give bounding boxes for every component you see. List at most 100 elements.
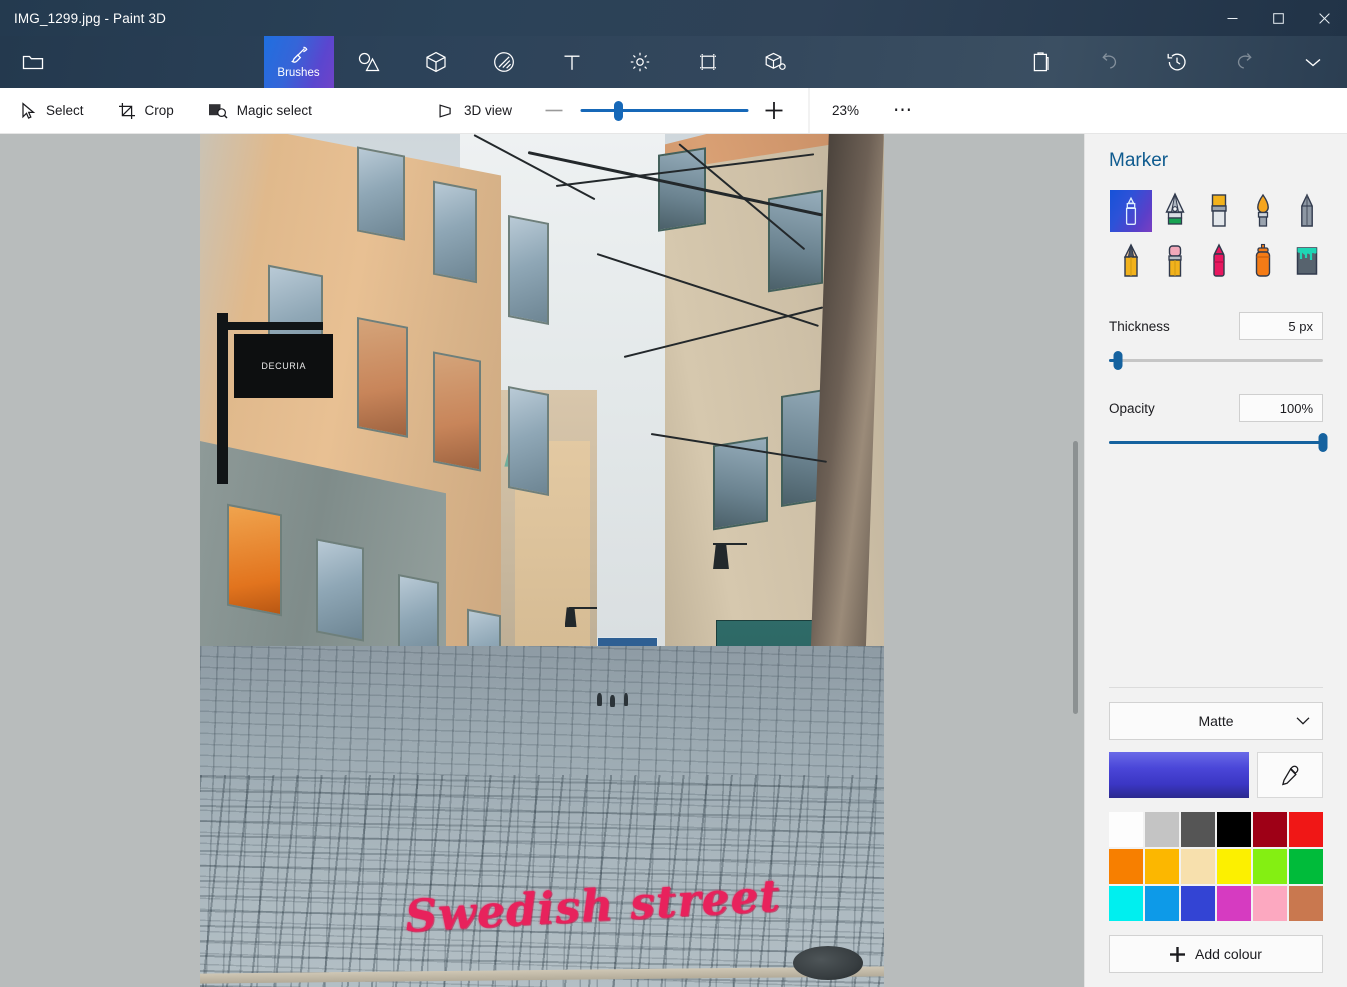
crop-button[interactable]: Crop (104, 92, 188, 130)
pedestrian (624, 692, 629, 706)
thickness-track (1109, 359, 1323, 362)
expand-ribbon-button[interactable] (1279, 36, 1347, 88)
zoom-slider-thumb[interactable] (614, 100, 624, 121)
minimize-button[interactable] (1209, 0, 1255, 36)
add-colour-label: Add colour (1195, 946, 1262, 962)
redo-icon (1234, 52, 1256, 72)
opacity-slider[interactable] (1109, 432, 1328, 452)
ribbon-tools: Brushes (66, 36, 1007, 88)
eyedropper-button[interactable] (1257, 752, 1323, 798)
zoom-out-button[interactable] (540, 97, 568, 125)
artboard[interactable]: DECURIA Swedish street (200, 134, 884, 987)
zoom-slider[interactable] (580, 100, 749, 121)
zoom-in-button[interactable] (760, 97, 788, 125)
cursor-icon (20, 101, 37, 120)
colour-swatch[interactable] (1145, 812, 1179, 847)
3d-view-label: 3D view (463, 103, 513, 118)
brush-pixel-pen[interactable] (1285, 186, 1329, 236)
colour-swatch[interactable] (1253, 849, 1287, 884)
colour-swatch[interactable] (1145, 849, 1179, 884)
colour-swatches (1109, 812, 1323, 921)
tab-3d-library[interactable] (742, 36, 810, 88)
colour-swatch[interactable] (1217, 886, 1251, 921)
colour-swatch[interactable] (1217, 849, 1251, 884)
cobblestone-street (200, 645, 884, 987)
oil-brush-icon (1211, 194, 1227, 227)
more-options-button[interactable]: ⋯ (882, 88, 924, 134)
crayon-icon (1213, 243, 1225, 277)
redo-button[interactable] (1211, 36, 1279, 88)
magic-select-button[interactable]: Magic select (194, 92, 326, 130)
menu-button[interactable] (0, 36, 66, 88)
paste-button[interactable] (1007, 36, 1075, 88)
colour-swatch[interactable] (1289, 849, 1323, 884)
colour-swatch[interactable] (1217, 812, 1251, 847)
brush-oil-brush[interactable] (1197, 186, 1241, 236)
select-label: Select (46, 103, 84, 118)
thickness-slider[interactable] (1109, 350, 1323, 370)
colour-swatch[interactable] (1289, 886, 1323, 921)
3d-view-button[interactable]: 3D view (423, 92, 526, 130)
thickness-slider-thumb[interactable] (1113, 351, 1123, 370)
material-dropdown[interactable]: Matte (1109, 702, 1323, 740)
tab-canvas[interactable] (674, 36, 742, 88)
colour-swatch[interactable] (1181, 849, 1215, 884)
ribbon-bar: Brushes (0, 36, 1347, 88)
eyedropper-icon (1279, 764, 1301, 786)
chevron-down-icon (1303, 55, 1323, 69)
opacity-slider-thumb[interactable] (1318, 433, 1328, 452)
tab-effects[interactable] (606, 36, 674, 88)
fill-icon (1296, 247, 1318, 275)
colour-swatch[interactable] (1253, 886, 1287, 921)
colour-swatch[interactable] (1109, 886, 1143, 921)
close-button[interactable] (1301, 0, 1347, 36)
zoom-slider-group (540, 97, 788, 125)
canvas-area[interactable]: DECURIA Swedish street (0, 134, 1084, 987)
history-button[interactable] (1143, 36, 1211, 88)
colour-swatch[interactable] (1145, 886, 1179, 921)
tab-2d-shapes[interactable] (334, 36, 402, 88)
pixel-pen-icon (1301, 193, 1313, 227)
paint3d-window: IMG_1299.jpg - Paint 3D Brushes Select C… (0, 0, 1347, 987)
brush-pencil[interactable] (1109, 236, 1153, 286)
window (357, 316, 409, 438)
current-colour-row (1109, 752, 1323, 798)
tab-stickers[interactable] (470, 36, 538, 88)
current-colour-swatch[interactable] (1109, 752, 1249, 798)
folder-icon (22, 53, 44, 71)
panel-spacer (1109, 452, 1323, 671)
window (357, 146, 406, 241)
opacity-value[interactable]: 100% (1239, 394, 1323, 422)
brush-calligraphy-pen[interactable] (1153, 186, 1197, 236)
colour-swatch[interactable] (1289, 812, 1323, 847)
canvas-vertical-scrollbar[interactable] (1068, 134, 1084, 987)
brush-fill[interactable] (1285, 236, 1329, 286)
pedestrian (596, 692, 602, 706)
colour-swatch[interactable] (1109, 849, 1143, 884)
brush-icon (289, 46, 309, 66)
pencil-icon (1123, 243, 1139, 277)
tab-text[interactable] (538, 36, 606, 88)
colour-swatch[interactable] (1253, 812, 1287, 847)
window-controls (1209, 0, 1347, 36)
brush-crayon[interactable] (1197, 236, 1241, 286)
undo-button[interactable] (1075, 36, 1143, 88)
brush-eraser[interactable] (1153, 236, 1197, 286)
undo-icon (1098, 52, 1120, 72)
scrollbar-thumb[interactable] (1073, 441, 1078, 715)
brush-watercolour[interactable] (1241, 186, 1285, 236)
crop-label: Crop (144, 103, 174, 118)
colour-swatch[interactable] (1181, 812, 1215, 847)
brush-marker[interactable] (1109, 186, 1153, 236)
select-button[interactable]: Select (6, 92, 98, 130)
pedestrian (610, 695, 616, 708)
add-colour-button[interactable]: Add colour (1109, 935, 1323, 973)
thickness-value[interactable]: 5 px (1239, 312, 1323, 340)
shapes-2d-icon (356, 52, 380, 72)
tab-brushes[interactable]: Brushes (263, 36, 334, 88)
maximize-button[interactable] (1255, 0, 1301, 36)
colour-swatch[interactable] (1109, 812, 1143, 847)
tab-3d-shapes[interactable] (402, 36, 470, 88)
colour-swatch[interactable] (1181, 886, 1215, 921)
brush-spray-can[interactable] (1241, 236, 1285, 286)
